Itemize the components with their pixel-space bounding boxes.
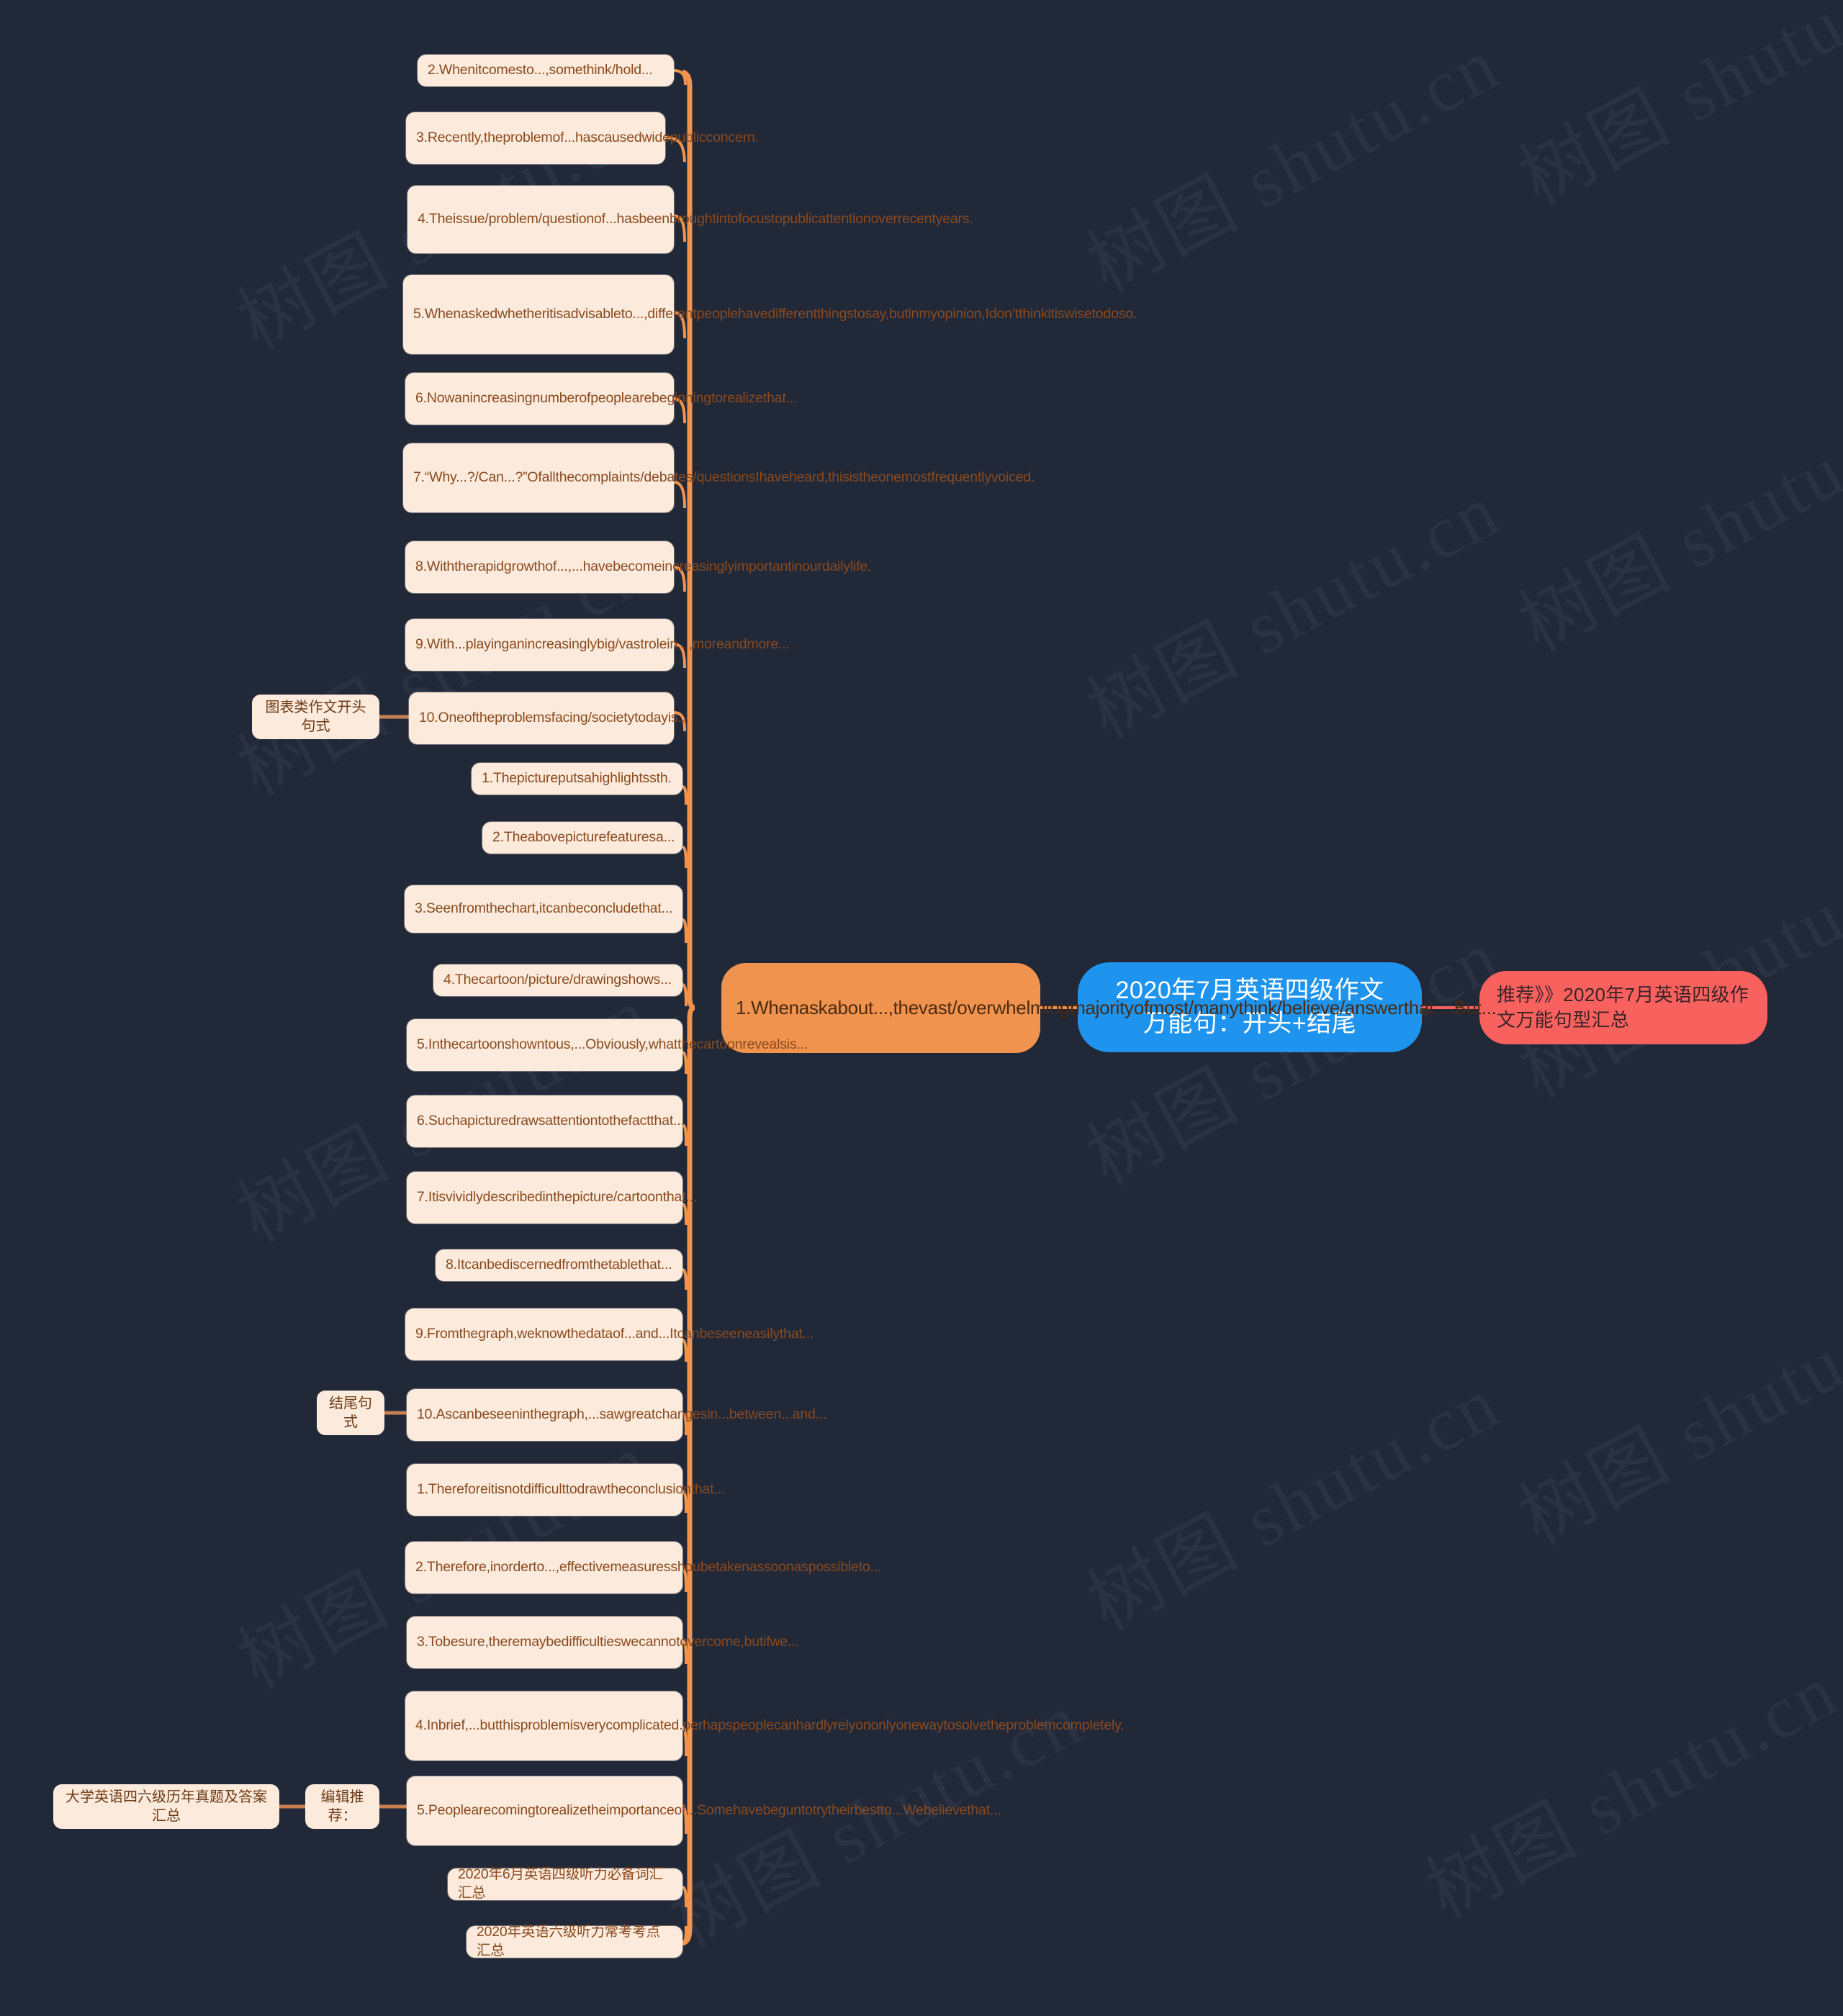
list-item-label: 3.Recently,theproblemof...hascausedwidep… bbox=[416, 129, 759, 145]
list-item-label: 2.Theabovepicturefeaturesa... bbox=[492, 828, 675, 845]
list-item[interactable]: 1.Thereforeitisnotdifficulttodrawtheconc… bbox=[407, 1464, 726, 1516]
list-item[interactable]: 2.Theabovepicturefeaturesa... bbox=[482, 822, 682, 854]
list-item[interactable]: 7.“Why...?/Can...?”Ofallthecomplaints/de… bbox=[403, 443, 1035, 512]
list-item[interactable]: 2.Whenitcomesto...,somethink/hold... bbox=[418, 55, 674, 86]
list-item-label: 6.Suchapicturedrawsattentiontothefacttha… bbox=[417, 1112, 685, 1129]
list-item[interactable]: 5.Inthecartoonshowntous,...Obviously,wha… bbox=[407, 1019, 808, 1071]
list-item[interactable]: 9.Fromthegraph,weknowthedataof...and...I… bbox=[405, 1308, 814, 1360]
branch-editor-pick-label: 编辑推荐： bbox=[320, 1789, 364, 1824]
branch-exam-archive-label: 大学英语四六级历年真题及答案汇总 bbox=[66, 1789, 267, 1824]
list-item-label: 10.Oneoftheproblemsfacing/societytodayis… bbox=[419, 709, 690, 726]
list-item[interactable]: 3.Recently,theproblemof...hascausedwidep… bbox=[406, 112, 759, 164]
list-item-label: 2.Whenitcomesto...,somethink/hold... bbox=[428, 61, 653, 78]
branch-chart-opening[interactable]: 图表类作文开头句式 bbox=[252, 695, 379, 739]
list-item[interactable]: 4.Thecartoon/picture/drawingshows... bbox=[433, 964, 682, 996]
list-item-label: 4.Inbrief,...butthisproblemisverycomplic… bbox=[415, 1717, 1125, 1733]
branch-exam-archive[interactable]: 大学英语四六级历年真题及答案汇总 bbox=[53, 1784, 279, 1829]
list-item[interactable]: 6.Suchapicturedrawsattentiontothefacttha… bbox=[407, 1095, 685, 1147]
recommend-node-label: 推荐》》2020年7月英语四级作文万能句型汇总 bbox=[1497, 984, 1749, 1031]
list-item[interactable]: 2020年6月英语四级听力必备词汇汇总 bbox=[448, 1866, 682, 1901]
list-item-label: 1.Thereforeitisnotdifficulttodrawtheconc… bbox=[417, 1481, 726, 1497]
list-item-label: 5.Peoplearecomingtorealizetheimportanceo… bbox=[417, 1802, 1001, 1818]
list-item[interactable]: 3.Seenfromthechart,itcanbeconcludethat..… bbox=[405, 885, 682, 933]
list-item[interactable]: 2020年英语六级听力常考考点汇总 bbox=[467, 1924, 682, 1958]
list-item-label: 7.Itisvividlydescribedinthepicture/carto… bbox=[417, 1188, 698, 1205]
list-item-label: 1.Thepictureputsahighlightssth. bbox=[482, 769, 672, 786]
list-item-label: 4.Thecartoon/picture/drawingshows... bbox=[443, 971, 672, 987]
list-item[interactable]: 7.Itisvividlydescribedinthepicture/carto… bbox=[407, 1172, 698, 1224]
list-item-label: 7.“Why...?/Can...?”Ofallthecomplaints/de… bbox=[413, 469, 1035, 485]
list-item-label: 3.Tobesure,theremaybedifficultieswecanno… bbox=[417, 1633, 799, 1650]
list-item-label: 10.Ascanbeseeninthegraph,...sawgreatchan… bbox=[417, 1406, 827, 1422]
list-item-label: 9.With...playinganincreasinglybig/vastro… bbox=[415, 636, 790, 652]
list-item-label: 2020年6月英语四级听力必备词汇汇总 bbox=[458, 1866, 663, 1901]
list-item-label: 5.Inthecartoonshowntous,...Obviously,wha… bbox=[417, 1036, 808, 1052]
mindmap-nodes: 2020年7月英语四级作文 万能句：开头+结尾 推荐》》2020年7月英语四级作… bbox=[0, 0, 1843, 2016]
list-item[interactable]: 4.Inbrief,...butthisproblemisverycomplic… bbox=[405, 1691, 1125, 1760]
list-item-label: 4.Theissue/problem/questionof...hasbeenb… bbox=[418, 210, 973, 227]
list-item[interactable]: 10.Oneoftheproblemsfacing/societytodayis… bbox=[409, 692, 690, 744]
list-item[interactable]: 5.Peoplearecomingtorealizetheimportanceo… bbox=[407, 1776, 1001, 1845]
list-item[interactable]: 2.Therefore,inorderto...,effectivemeasur… bbox=[405, 1542, 882, 1594]
list-item[interactable]: 4.Theissue/problem/questionof...hasbeenb… bbox=[407, 186, 973, 253]
branch-editor-pick[interactable]: 编辑推荐： bbox=[305, 1784, 379, 1829]
branch-ending[interactable]: 结尾句式 bbox=[317, 1391, 384, 1435]
list-item[interactable]: 6.Nowanincreasingnumberofpeoplearebeginn… bbox=[405, 373, 798, 425]
list-item-label: 6.Nowanincreasingnumberofpeoplearebeginn… bbox=[415, 389, 798, 406]
branch-ending-label: 结尾句式 bbox=[329, 1396, 372, 1430]
list-item-label: 5.Whenaskedwhetheritisadvisableto...,dif… bbox=[413, 305, 1137, 322]
opening-first-label: 1.Whenaskabout...,thevast/overwhelmingma… bbox=[736, 997, 1497, 1019]
list-item[interactable]: 8.Itcanbediscernedfromthetablethat... bbox=[436, 1249, 682, 1281]
list-item[interactable]: 10.Ascanbeseeninthegraph,...sawgreatchan… bbox=[407, 1389, 827, 1441]
list-item[interactable]: 8.Withtherapidgrowthof...,...havebecomei… bbox=[405, 541, 872, 593]
list-item[interactable]: 9.With...playinganincreasinglybig/vastro… bbox=[405, 619, 790, 671]
list-item-label: 3.Seenfromthechart,itcanbeconcludethat..… bbox=[415, 900, 673, 916]
branch-chart-opening-label: 图表类作文开头句式 bbox=[265, 700, 366, 734]
recommend-node[interactable]: 推荐》》2020年7月英语四级作文万能句型汇总 bbox=[1479, 971, 1767, 1044]
list-item-label: 8.Itcanbediscernedfromthetablethat... bbox=[446, 1256, 672, 1273]
list-item-label: 8.Withtherapidgrowthof...,...havebecomei… bbox=[415, 558, 872, 574]
list-item[interactable]: 1.Thepictureputsahighlightssth. bbox=[472, 763, 682, 795]
list-item[interactable]: 5.Whenaskedwhetheritisadvisableto...,dif… bbox=[403, 275, 1137, 354]
list-item-label: 2.Therefore,inorderto...,effectivemeasur… bbox=[415, 1558, 882, 1575]
list-item-label: 2020年英语六级听力常考考点汇总 bbox=[477, 1924, 660, 1958]
list-item[interactable]: 3.Tobesure,theremaybedifficultieswecanno… bbox=[407, 1617, 799, 1668]
list-item-label: 9.Fromthegraph,weknowthedataof...and...I… bbox=[415, 1325, 814, 1342]
